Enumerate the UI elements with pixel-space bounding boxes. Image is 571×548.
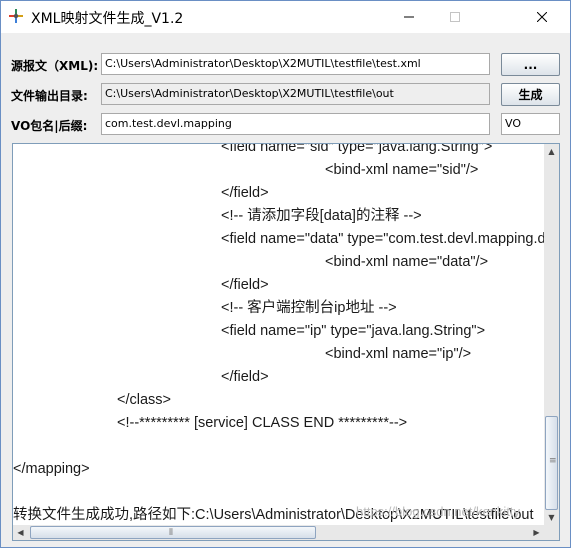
dandelion-app-icon (8, 8, 24, 24)
output-line: </mapping> (13, 461, 90, 477)
output-line: <bind-xml name="data"/> (325, 254, 489, 270)
close-button[interactable] (519, 1, 565, 33)
thumb-grip-icon: ≡ (549, 456, 557, 466)
minimize-icon (404, 16, 414, 18)
scroll-up-icon[interactable]: ▲ (544, 144, 559, 159)
maximize-button[interactable] (432, 1, 478, 33)
output-dir-path-input[interactable]: C:\Users\Administrator\Desktop\X2MUTIL\t… (101, 83, 490, 105)
output-line: <bind-xml name="ip"/> (325, 346, 472, 362)
horizontal-scroll-thumb[interactable]: ⦀ (30, 526, 316, 539)
package-name-input[interactable]: com.test.devl.mapping (101, 113, 490, 135)
maximize-icon (450, 12, 460, 22)
close-icon (537, 12, 547, 22)
output-line: <!-- 请添加字段[data]的注释 --> (221, 208, 422, 224)
vertical-scrollbar[interactable]: ▲ ≡ ▼ (544, 144, 559, 525)
output-text-content[interactable]: <field name="sid" type="java.lang.String… (13, 144, 544, 525)
watermark: https://blog.csdn.net/kenkitty (356, 504, 521, 519)
window-title: XML映射文件生成_V1.2 (31, 11, 184, 27)
output-text-area[interactable]: <field name="sid" type="java.lang.String… (12, 143, 560, 541)
output-line: <field name="sid" type="java.lang.String… (221, 144, 493, 155)
output-line: <field name="ip" type="java.lang.String"… (221, 323, 486, 339)
class-suffix-input[interactable]: VO (501, 113, 560, 135)
output-line: </class> (117, 392, 171, 408)
title-bar[interactable]: XML映射文件生成_V1.2 (1, 1, 570, 33)
scroll-down-icon[interactable]: ▼ (544, 510, 559, 525)
output-line: <field name="data" type="com.test.devl.m… (221, 231, 544, 247)
scrollbar-corner (544, 525, 559, 540)
output-line: <!-- 客户端控制台ip地址 --> (221, 300, 397, 316)
app-window: XML映射文件生成_V1.2 源报文（XML): C:\Users\Admini… (0, 0, 571, 548)
browse-button[interactable]: ... (501, 53, 560, 76)
output-line: <bind-xml name="sid"/> (325, 162, 479, 178)
horizontal-scrollbar[interactable]: ◀ ⦀ ▶ (13, 525, 544, 540)
output-line: </field> (221, 277, 269, 293)
output-line: </field> (221, 369, 269, 385)
output-line: <!--********* [service] CLASS END ******… (117, 415, 408, 431)
package-suffix-label: VO包名|后缀: (11, 119, 88, 133)
vertical-scroll-thumb[interactable]: ≡ (545, 416, 558, 510)
scroll-left-icon[interactable]: ◀ (13, 525, 28, 540)
scroll-right-icon[interactable]: ▶ (529, 525, 544, 540)
thumb-grip-icon: ⦀ (169, 528, 173, 538)
output-dir-label: 文件输出目录: (11, 89, 88, 103)
source-xml-path-input[interactable]: C:\Users\Administrator\Desktop\X2MUTIL\t… (101, 53, 490, 75)
source-xml-label: 源报文（XML): (11, 59, 99, 73)
generate-button[interactable]: 生成 (501, 83, 560, 106)
output-line: </field> (221, 185, 269, 201)
minimize-button[interactable] (386, 1, 432, 33)
